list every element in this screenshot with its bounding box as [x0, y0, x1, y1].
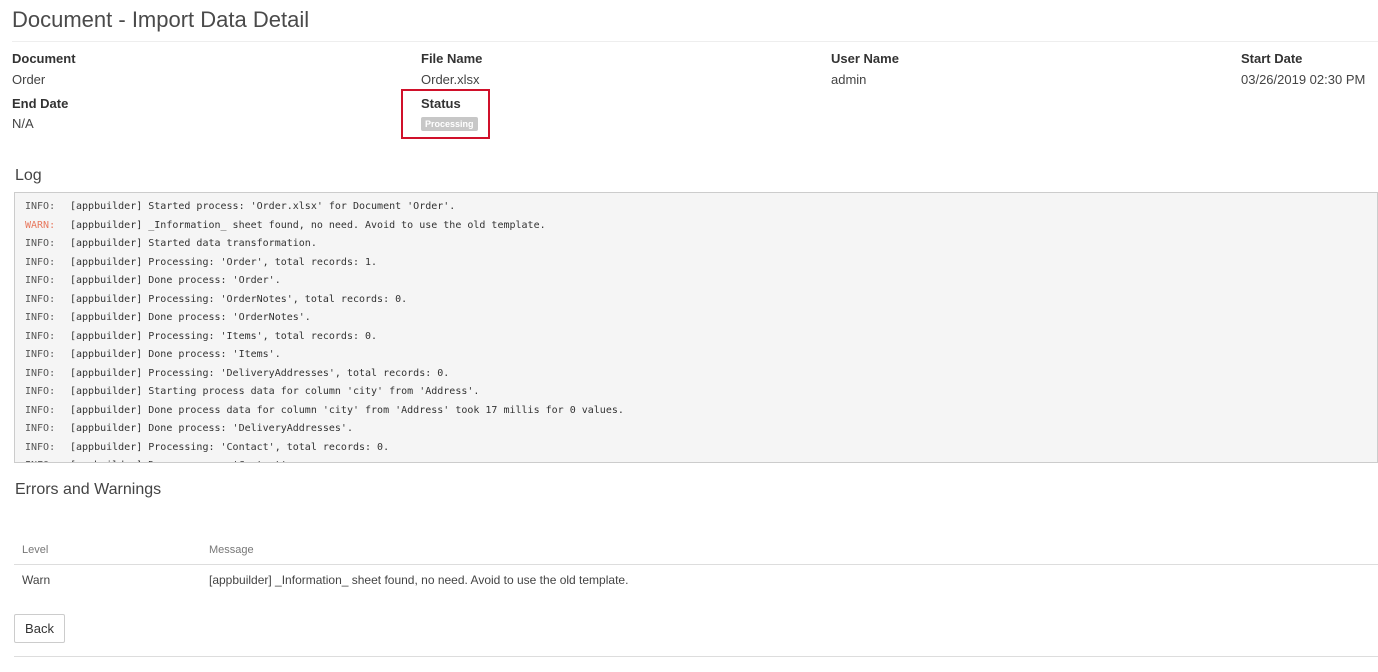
end-date-label: End Date [12, 96, 69, 111]
error-message-cell: [appbuilder] _Information_ sheet found, … [209, 573, 629, 587]
table-row: Warn [appbuilder] _Information_ sheet fo… [14, 565, 1378, 596]
errors-header-row: Level Message [14, 536, 1378, 565]
log-message: [appbuilder] Done process: 'DeliveryAddr… [70, 423, 353, 434]
log-line: INFO: [appbuilder] Processing: 'Order', t… [25, 254, 1377, 273]
page-title: Document - Import Data Detail [12, 7, 310, 32]
log-line: WARN: [appbuilder] _Information_ sheet fo… [25, 217, 1377, 236]
log-line: INFO: [appbuilder] Done process data for … [25, 402, 1377, 421]
log-message: [appbuilder] Done process: 'Items'. [70, 349, 281, 360]
log-panel[interactable]: INFO: [appbuilder] Started process: 'Orde… [14, 192, 1378, 463]
log-message: [appbuilder] Starting process data for c… [70, 386, 480, 397]
status-label: Status [421, 96, 461, 111]
message-column-header: Message [201, 536, 1378, 565]
log-line: INFO: [appbuilder] Started data transform… [25, 235, 1377, 254]
log-level: INFO: [25, 293, 56, 305]
log-line: INFO: [appbuilder] Processing: 'DeliveryA… [25, 365, 1377, 384]
footer-divider [14, 656, 1378, 657]
start-date-label: Start Date [1241, 51, 1303, 66]
errors-title: Errors and Warnings [15, 481, 162, 498]
log-message: [appbuilder] Started data transformation… [70, 238, 317, 249]
log-message: [appbuilder] Done process: 'OrderNotes'. [70, 312, 311, 323]
file-name-value: Order.xlsx [421, 72, 480, 87]
log-message: [appbuilder] Processing: 'Contact', tota… [70, 441, 390, 453]
level-column-header: Level [14, 536, 201, 565]
log-message: [appbuilder] Done process: 'Order'. [70, 275, 281, 286]
log-message: [appbuilder] Started process: 'Order.xls… [70, 201, 456, 212]
log-level: INFO: [25, 457, 70, 462]
log-level: INFO: [25, 256, 56, 268]
log-line: INFO: [appbuilder] Started process: 'Orde… [25, 198, 1377, 217]
back-button[interactable]: Back [14, 614, 65, 643]
user-name-label: User Name [831, 51, 899, 66]
start-date-value: 03/26/2019 02:30 PM [1241, 72, 1366, 87]
log-line: INFO: [appbuilder] Processing: 'Items', t… [25, 328, 1377, 347]
log-line: INFO: [appbuilder] Done process: 'OrderNo… [25, 309, 1377, 328]
log-message: [appbuilder] Processing: 'DeliveryAddres… [70, 367, 450, 379]
log-level: INFO: [25, 386, 56, 397]
log-line: INFO: [appbuilder] Done process: 'Order'. [25, 272, 1377, 291]
log-level: INFO: [25, 404, 56, 416]
log-level: INFO: [25, 367, 56, 379]
document-value: Order [12, 72, 46, 87]
log-message: [appbuilder] _Information_ sheet found, … [70, 219, 546, 231]
log-message: [appbuilder] Done process: 'Contact'. [70, 460, 293, 462]
log-title: Log [15, 167, 42, 184]
log-message: [appbuilder] Done process data for colum… [70, 404, 624, 416]
log-level: INFO: [25, 441, 56, 453]
log-level: INFO: [25, 275, 56, 286]
log-line: INFO: [appbuilder] Done process: 'Deliver… [25, 420, 1377, 439]
log-level: WARN: [25, 219, 56, 231]
log-line: INFO:[appbuilder] Done process: 'Contact… [25, 457, 1377, 462]
log-level: INFO: [25, 423, 56, 434]
log-list: INFO: [appbuilder] Started process: 'Orde… [15, 193, 1377, 462]
title-divider [12, 41, 1378, 42]
end-date-value: N/A [12, 116, 34, 131]
document-label: Document [12, 51, 76, 66]
log-level: INFO: [25, 312, 56, 323]
log-message: [appbuilder] Processing: 'OrderNotes', t… [70, 293, 408, 305]
log-line: INFO: [appbuilder] Processing: 'Contact',… [25, 439, 1377, 458]
log-line: INFO: [appbuilder] Done process: 'Items'. [25, 346, 1377, 365]
user-name-value: admin [831, 72, 867, 87]
log-level: INFO: [25, 330, 56, 342]
errors-table: Level Message Warn [appbuilder] _Informa… [14, 536, 1378, 595]
log-line: INFO: [appbuilder] Processing: 'OrderNote… [25, 291, 1377, 310]
file-name-label: File Name [421, 51, 483, 66]
log-level: INFO: [25, 349, 56, 360]
log-level: INFO: [25, 238, 56, 249]
log-message: [appbuilder] Processing: 'Order', total … [70, 256, 378, 268]
log-line: INFO: [appbuilder] Starting process data … [25, 383, 1377, 402]
log-level: INFO: [25, 201, 56, 212]
log-message: [appbuilder] Processing: 'Items', total … [70, 330, 378, 342]
error-level-cell: Warn [22, 573, 51, 587]
status-badge: Processing [421, 117, 478, 131]
